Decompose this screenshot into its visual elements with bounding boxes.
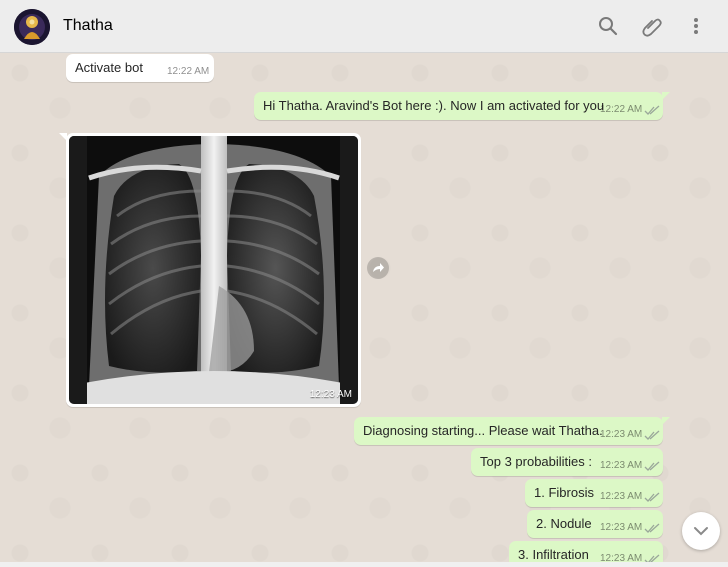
contact-avatar[interactable]	[14, 9, 50, 45]
message-outgoing: Diagnosing starting... Please wait Thath…	[354, 417, 670, 445]
message-list[interactable]: Activate bot 12:22 AM Hi Thatha. Aravind…	[0, 53, 728, 564]
message-outgoing: 3. Infiltration 12:23 AM	[509, 541, 663, 564]
message-text: Diagnosing starting... Please wait Thath…	[363, 423, 603, 438]
message-text: 3. Infiltration	[518, 547, 589, 562]
chat-header: Thatha	[0, 0, 728, 53]
read-receipt-icon	[644, 105, 660, 115]
search-icon[interactable]	[597, 15, 619, 37]
message-text: 1. Fibrosis	[534, 485, 594, 500]
message-time: 12:22 AM	[167, 66, 210, 77]
message-incoming: Activate bot 12:22 AM	[66, 54, 214, 82]
contact-name[interactable]: Thatha	[63, 17, 113, 35]
message-text: 2. Nodule	[536, 516, 592, 531]
menu-icon[interactable]	[685, 15, 707, 37]
scroll-down-button[interactable]	[682, 512, 720, 550]
message-outgoing: 1. Fibrosis 12:23 AM	[525, 479, 663, 507]
message-time: 12:23 AM	[600, 460, 643, 471]
read-receipt-icon	[644, 461, 660, 471]
read-receipt-icon	[644, 430, 660, 440]
chevron-down-icon	[694, 527, 708, 536]
chest-xray-image[interactable]	[69, 136, 358, 404]
message-outgoing: Top 3 probabilities : 12:23 AM	[471, 448, 663, 476]
read-receipt-icon	[644, 492, 660, 502]
message-time: 12:23 AM	[309, 389, 352, 400]
composer-edge	[0, 562, 728, 567]
image-message[interactable]: 12:23 AM	[59, 133, 361, 407]
message-time: 12:23 AM	[600, 522, 643, 533]
forward-icon[interactable]	[367, 257, 389, 279]
message-text: Hi Thatha. Aravind's Bot here :). Now I …	[263, 98, 605, 113]
message-time: 12:22 AM	[600, 104, 643, 115]
read-receipt-icon	[644, 523, 660, 533]
message-time: 12:23 AM	[600, 491, 643, 502]
message-outgoing: 2. Nodule 12:23 AM	[527, 510, 663, 538]
message-outgoing: Hi Thatha. Aravind's Bot here :). Now I …	[254, 92, 670, 120]
message-time: 12:23 AM	[600, 429, 643, 440]
message-text: Activate bot	[75, 60, 143, 75]
attach-icon[interactable]	[641, 15, 663, 37]
message-text: Top 3 probabilities :	[480, 454, 593, 469]
